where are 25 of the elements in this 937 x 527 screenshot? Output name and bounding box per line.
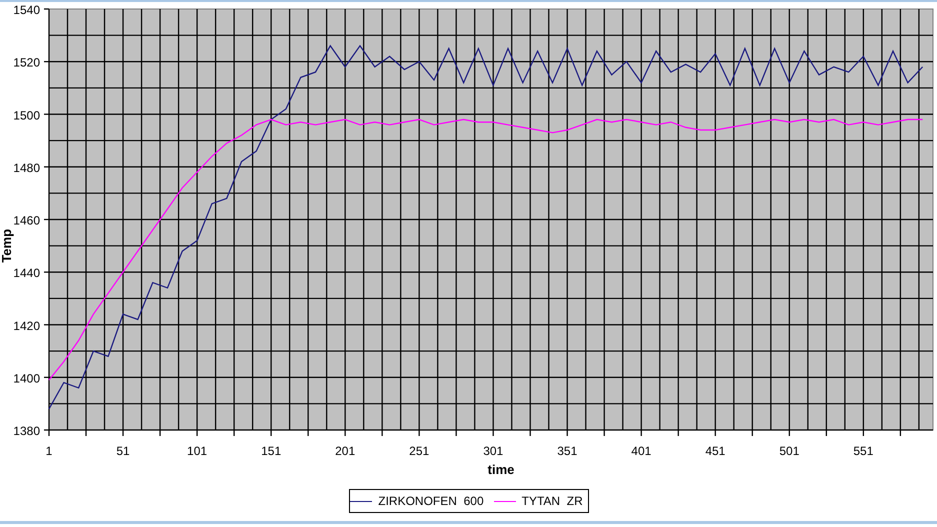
x-tick-label: 251 [409, 444, 430, 458]
x-tick-label: 101 [187, 444, 208, 458]
x-tick-label: 201 [335, 444, 356, 458]
x-tick-label: 451 [705, 444, 726, 458]
x-tick-label: 551 [853, 444, 874, 458]
x-tick-label: 1 [46, 444, 52, 458]
x-tick-label: 401 [631, 444, 652, 458]
x-tick-label: 351 [557, 444, 578, 458]
y-tick-label: 1460 [13, 214, 40, 228]
x-tick-label: 301 [483, 444, 504, 458]
x-tick-label: 151 [261, 444, 282, 458]
x-tick-label: 51 [116, 444, 130, 458]
x-tick-label: 501 [779, 444, 800, 458]
y-tick-label: 1480 [13, 160, 40, 175]
y-tick-label: 1500 [13, 108, 40, 122]
y-tick-label: 1540 [13, 3, 40, 17]
y-axis-title: Temp [0, 228, 14, 263]
y-tick-label: 1440 [13, 266, 40, 280]
y-tick-label: 1380 [13, 424, 40, 438]
legend-label: ZIRKONOFEN 600 [378, 494, 484, 508]
y-tick-label: 1420 [13, 318, 40, 333]
y-tick-label: 1400 [13, 371, 40, 386]
legend-label: TYTAN ZR [522, 494, 583, 508]
y-tick-label: 1520 [13, 56, 40, 70]
x-axis-title: time [488, 462, 514, 477]
